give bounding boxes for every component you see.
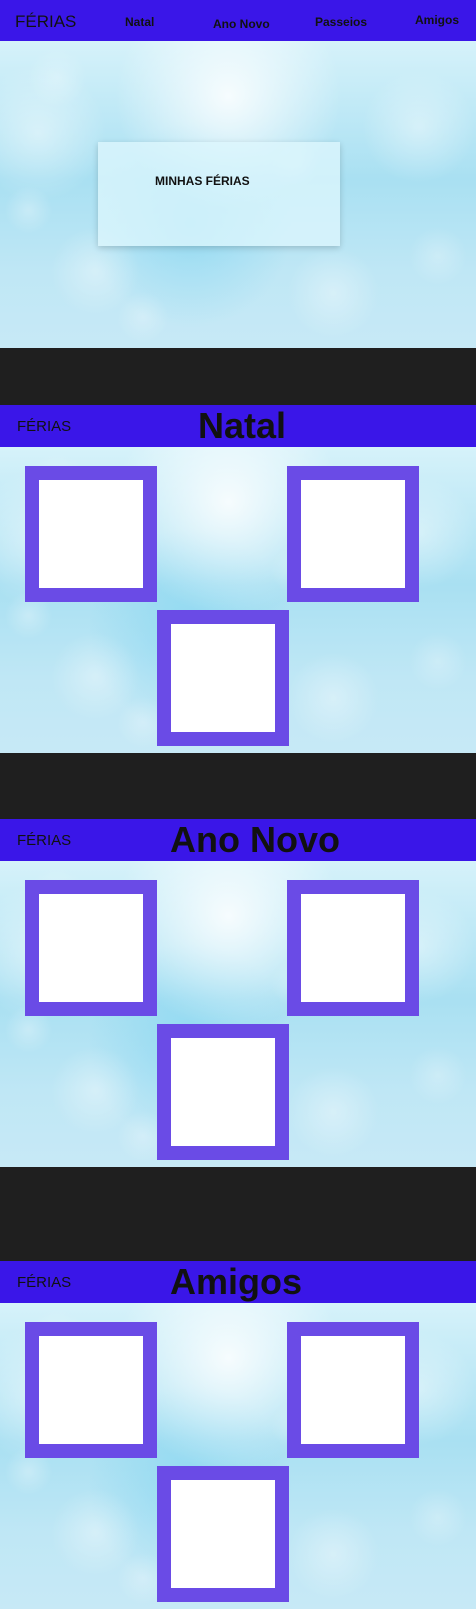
section-brand: FÉRIAS bbox=[17, 418, 72, 435]
section-brand: FÉRIAS bbox=[17, 1274, 72, 1291]
photo-frame[interactable] bbox=[25, 466, 157, 602]
section-title: Amigos bbox=[170, 1261, 303, 1302]
photo-placeholder bbox=[301, 1336, 405, 1444]
nav-link-passeios[interactable]: Passeios bbox=[315, 15, 367, 29]
hero-title: MINHAS FÉRIAS bbox=[155, 174, 250, 188]
photo-placeholder bbox=[301, 480, 405, 588]
nav-link-amigos[interactable]: Amigos bbox=[415, 13, 459, 27]
photo-placeholder bbox=[301, 894, 405, 1002]
photo-frame[interactable] bbox=[157, 610, 289, 746]
photo-frame[interactable] bbox=[25, 880, 157, 1016]
gallery-background-natal bbox=[0, 447, 476, 753]
photo-frame[interactable] bbox=[287, 880, 419, 1016]
hero-card: MINHAS FÉRIAS bbox=[98, 142, 340, 246]
photo-frame[interactable] bbox=[25, 1322, 157, 1458]
section-title: Ano Novo bbox=[170, 819, 340, 860]
photo-frame[interactable] bbox=[157, 1024, 289, 1160]
nav-link-ano-novo[interactable]: Ano Novo bbox=[213, 17, 270, 31]
section-header-ano-novo: FÉRIAS Ano Novo bbox=[0, 819, 476, 861]
section-header-amigos: FÉRIAS Amigos bbox=[0, 1261, 476, 1303]
photo-placeholder bbox=[39, 1336, 143, 1444]
photo-placeholder bbox=[39, 894, 143, 1002]
photo-placeholder bbox=[171, 1480, 275, 1588]
section-brand: FÉRIAS bbox=[17, 832, 72, 849]
photo-placeholder bbox=[39, 480, 143, 588]
photo-frame[interactable] bbox=[157, 1466, 289, 1602]
section-title: Natal bbox=[198, 405, 287, 446]
gallery-background-ano-novo bbox=[0, 861, 476, 1167]
section-header-natal: FÉRIAS Natal bbox=[0, 405, 476, 447]
nav-link-natal[interactable]: Natal bbox=[125, 15, 154, 29]
brand-logo[interactable]: FÉRIAS bbox=[15, 12, 76, 32]
photo-frame[interactable] bbox=[287, 1322, 419, 1458]
photo-placeholder bbox=[171, 624, 275, 732]
photo-placeholder bbox=[171, 1038, 275, 1146]
photo-frame[interactable] bbox=[287, 466, 419, 602]
gallery-background-amigos bbox=[0, 1303, 476, 1609]
top-navbar: FÉRIAS Natal Ano Novo Passeios Amigos bbox=[0, 0, 476, 41]
